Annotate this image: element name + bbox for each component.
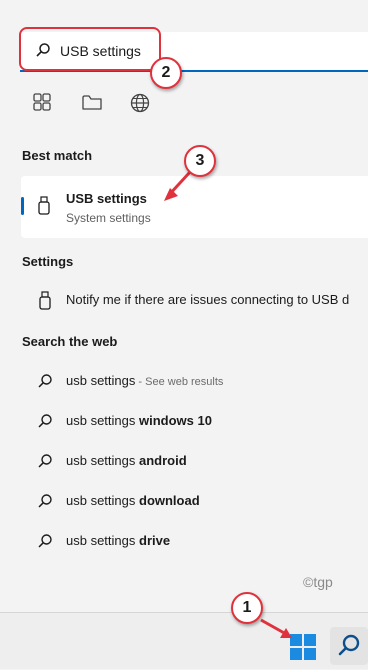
web-result-prefix: usb settings — [66, 453, 139, 468]
web-result-note: - See web results — [135, 376, 224, 388]
web-result-prefix: usb settings — [66, 373, 136, 388]
web-result-suffix: drive — [139, 533, 171, 548]
web-result-label: usb settings download — [66, 493, 200, 508]
search-icon — [38, 534, 52, 553]
search-icon — [338, 634, 360, 656]
windows-logo-icon — [290, 634, 316, 660]
web-result-label: usb settings windows 10 — [66, 413, 212, 428]
step-badge-2: 2 — [150, 57, 182, 89]
usb-icon — [39, 291, 51, 316]
web-result-item[interactable]: usb settings windows 10 — [22, 406, 362, 436]
settings-heading: Settings — [22, 254, 74, 269]
search-icon — [38, 414, 52, 433]
search-icon — [38, 454, 52, 473]
web-result-suffix: android — [139, 453, 187, 468]
apps-icon[interactable] — [32, 92, 54, 114]
web-result-suffix: windows 10 — [139, 413, 212, 428]
web-result-label: usb settings drive — [66, 533, 170, 548]
settings-result-label: Notify me if there are issues connecting… — [66, 292, 350, 307]
taskbar — [0, 612, 368, 669]
search-highlight-box — [19, 27, 161, 71]
folder-icon[interactable] — [81, 92, 103, 114]
web-result-prefix: usb settings — [66, 533, 139, 548]
web-result-item[interactable]: usb settings download — [22, 486, 362, 516]
web-result-item[interactable]: usb settings drive — [22, 526, 362, 556]
best-match-name: USB settings — [66, 191, 147, 206]
usb-icon — [38, 196, 50, 221]
web-heading: Search the web — [22, 334, 118, 349]
web-result-prefix: usb settings — [66, 493, 139, 508]
search-icon — [38, 374, 52, 393]
web-result-label: usb settings android — [66, 453, 187, 468]
watermark: ©tgp — [303, 574, 333, 590]
best-match-item[interactable]: USB settings System settings — [21, 176, 368, 238]
start-search-panel: USB settings Best match USB settings Sys… — [0, 0, 368, 612]
web-result-prefix: usb settings — [66, 413, 139, 428]
globe-icon[interactable] — [129, 92, 151, 114]
step-badge-3: 3 — [184, 145, 216, 177]
selection-accent — [21, 197, 24, 215]
web-result-suffix: download — [139, 493, 200, 508]
best-match-type: System settings — [66, 211, 151, 225]
settings-result-item[interactable]: Notify me if there are issues connecting… — [22, 285, 368, 315]
best-match-heading: Best match — [22, 148, 93, 163]
web-result-label: usb settings - See web results — [66, 373, 223, 388]
web-result-item[interactable]: usb settings - See web results — [22, 366, 362, 396]
taskbar-search-button[interactable] — [330, 627, 368, 665]
start-button[interactable] — [290, 634, 316, 660]
step-badge-1: 1 — [231, 592, 263, 624]
web-result-item[interactable]: usb settings android — [22, 446, 362, 476]
search-icon — [38, 494, 52, 513]
